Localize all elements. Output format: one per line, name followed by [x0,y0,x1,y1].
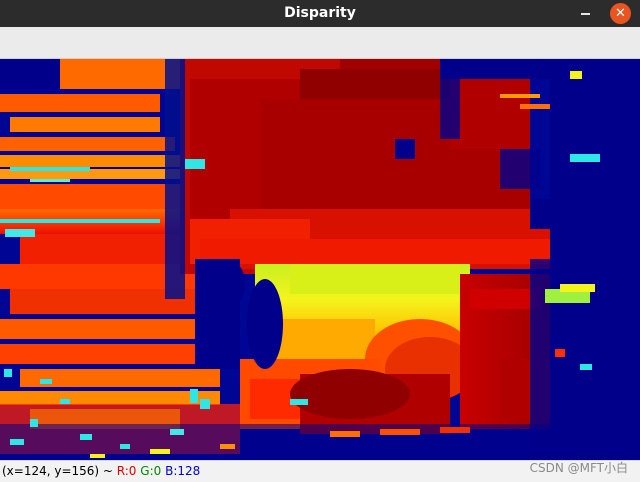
disparity-image[interactable] [0,59,640,460]
cursor-coordinates: (x=124, y=156) ~ [2,464,117,478]
watermark-text: CSDN @MFT小白 [529,461,628,475]
blue-value: B:128 [165,464,201,478]
disparity-map [0,59,640,460]
green-value: G:0 [140,464,162,478]
close-icon: ✕ [615,6,626,21]
red-value: R:0 [116,464,137,478]
minimize-icon[interactable] [578,6,594,22]
toolbar [0,27,640,59]
close-button[interactable]: ✕ [610,3,631,24]
title-bar: Disparity ✕ [0,0,640,27]
window-title: Disparity [284,5,356,21]
